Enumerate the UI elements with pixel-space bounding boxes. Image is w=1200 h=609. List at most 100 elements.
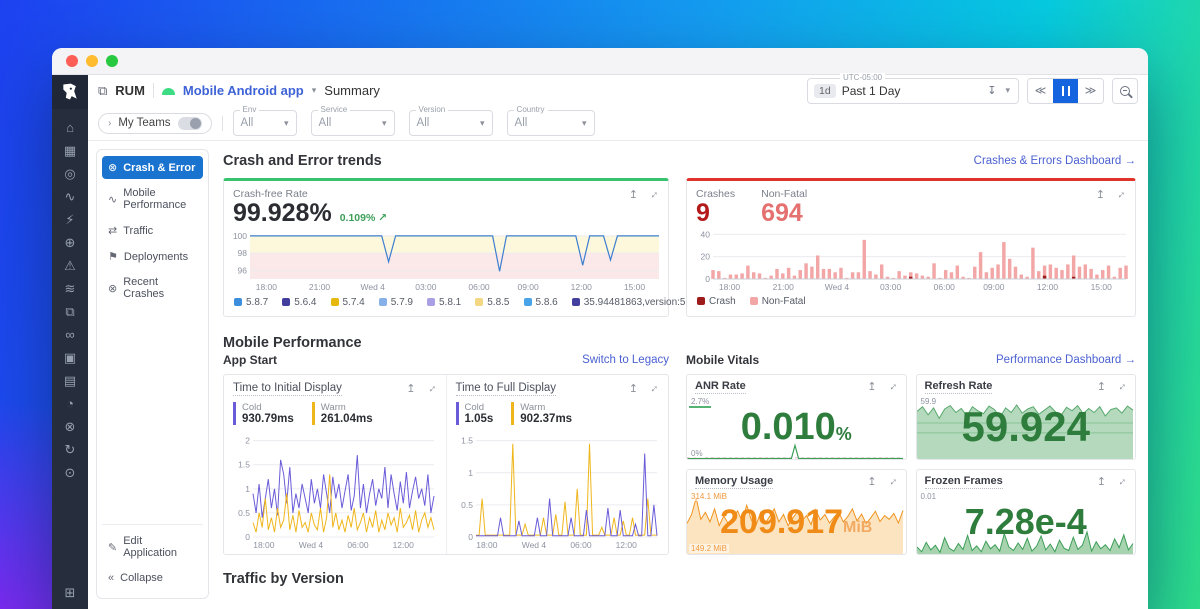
expand-icon[interactable]: ↔ <box>645 379 661 395</box>
zoom-out-button[interactable] <box>1112 78 1138 104</box>
integrations-icon[interactable]: ∞ <box>65 328 74 341</box>
frozen-frames-title[interactable]: Frozen Frames <box>925 475 1003 489</box>
security-icon[interactable]: ▣ <box>64 351 76 364</box>
main-content: Crash and Error trends Crashes & Errors … <box>214 141 1148 609</box>
crashes-chart[interactable]: 0204018:0021:00Wed 403:0006:0009:0012:00… <box>693 230 1129 292</box>
dashboards-icon[interactable]: ▦ <box>64 144 76 157</box>
chevron-down-icon[interactable]: ▾ <box>1005 85 1010 96</box>
anr-rate-panel: ANR Rate ↥↔ 2.7% 0% 0.010% <box>686 374 907 460</box>
svg-text:20: 20 <box>701 251 711 261</box>
export-icon[interactable]: ↥ <box>406 382 415 395</box>
svg-text:1.5: 1.5 <box>461 435 473 445</box>
watchdog-icon[interactable]: ◎ <box>64 167 75 180</box>
service-select[interactable]: Service All ▾ <box>311 110 395 136</box>
my-teams-toggle[interactable] <box>178 117 202 130</box>
expand-icon[interactable]: ↔ <box>1113 377 1129 393</box>
maximize-window-button[interactable] <box>106 55 118 67</box>
datadog-logo[interactable] <box>52 75 88 109</box>
export-icon[interactable]: ↥ <box>867 380 876 393</box>
export-icon[interactable]: ↥ <box>867 475 876 488</box>
filter-bar: › My Teams Env All ▾ Service <box>88 106 1148 141</box>
apm-icon[interactable]: ≋ <box>65 282 76 295</box>
edit-application-button[interactable]: ✎ Edit Application <box>102 530 203 564</box>
export-icon[interactable]: ↥ <box>629 382 638 395</box>
svg-text:1.5: 1.5 <box>238 459 250 469</box>
marketplace-icon[interactable]: ⊞ <box>65 585 76 601</box>
app-selector[interactable]: Mobile Android app <box>183 83 304 98</box>
my-teams-filter[interactable]: › My Teams <box>98 113 212 134</box>
sidebar-item-deployments[interactable]: ⚑ Deployments <box>102 245 203 268</box>
step-back-button[interactable]: ≪ <box>1028 79 1053 103</box>
synthetics-icon[interactable]: ◔ <box>66 397 74 410</box>
logs-icon[interactable]: ⊙ <box>65 466 76 479</box>
pause-button[interactable] <box>1053 79 1078 103</box>
svg-text:2: 2 <box>245 435 250 445</box>
crashes-errors-dashboard-link[interactable]: Crashes & Errors Dashboard → <box>974 155 1136 167</box>
export-icon[interactable]: ↥ <box>629 188 638 201</box>
svg-text:15:00: 15:00 <box>1091 282 1113 292</box>
divider <box>222 116 223 131</box>
svg-text:96: 96 <box>238 265 248 275</box>
window-titlebar <box>52 48 1148 75</box>
chevron-down-icon[interactable]: ▾ <box>312 85 317 96</box>
ttid-chart[interactable]: 00.511.5218:00Wed 406:0012:00 <box>233 429 437 555</box>
ttfd-title[interactable]: Time to Full Display <box>456 382 557 396</box>
events-icon[interactable]: ⚡ <box>65 213 74 226</box>
memory-usage-title[interactable]: Memory Usage <box>695 475 773 489</box>
toggle-knob <box>190 118 201 129</box>
time-range-picker[interactable]: UTC-05:00 1d Past 1 Day ↧ ▾ <box>807 78 1019 104</box>
crash-free-rate-chart[interactable]: 969810018:0021:00Wed 403:0006:0009:0012:… <box>230 230 662 292</box>
sidebar-item-recent-crashes[interactable]: ⊗ Recent Crashes <box>102 271 203 305</box>
infrastructure-icon[interactable]: ⌂ <box>66 121 74 134</box>
service-map-icon[interactable]: ⊕ <box>65 236 76 249</box>
crash-free-rate-delta: 0.109% ↗ <box>340 212 387 224</box>
ttfd-chart[interactable]: 00.511.518:00Wed 406:0012:00 <box>456 429 660 555</box>
expand-icon[interactable]: ↔ <box>645 186 661 202</box>
svg-text:03:00: 03:00 <box>880 282 902 292</box>
svg-text:06:00: 06:00 <box>570 540 592 550</box>
time-playback-controls: ≪ ≫ <box>1027 78 1104 104</box>
svg-text:09:00: 09:00 <box>983 282 1005 292</box>
notebooks-icon[interactable]: ▤ <box>64 374 76 387</box>
svg-text:0: 0 <box>705 274 710 284</box>
ci-icon[interactable]: ↻ <box>65 443 76 456</box>
sidebar-item-traffic[interactable]: ⇄ Traffic <box>102 219 203 242</box>
product-nav-icons: ⌂ ▦ ◎ ∿ ⚡ ⊕ ⚠ ≋ ⧉ ∞ ▣ ▤ ◔ ⊗ ↻ ⊙ <box>64 121 76 585</box>
desktop-background: ⌂ ▦ ◎ ∿ ⚡ ⊕ ⚠ ≋ ⧉ ∞ ▣ ▤ ◔ ⊗ ↻ ⊙ ⊞ ⧉ RUM Mobile Android … <box>0 0 1200 609</box>
performance-dashboard-link[interactable]: Performance Dashboard → <box>996 354 1136 366</box>
crash-free-rate-panel: Crash-free Rate 99.928%0.109% ↗ ↥ ↔ 9698… <box>223 178 669 317</box>
anr-rate-title[interactable]: ANR Rate <box>695 380 746 394</box>
version-select[interactable]: Version All ▾ <box>409 110 493 136</box>
collapse-button[interactable]: « Collapse <box>102 567 203 589</box>
expand-icon[interactable]: ↔ <box>1112 186 1128 202</box>
close-window-button[interactable] <box>66 55 78 67</box>
page-title: Summary <box>324 83 380 98</box>
rum-icon[interactable]: ⧉ <box>65 305 74 318</box>
sidebar-item-crash-error[interactable]: ⊗ Crash & Error <box>102 156 203 179</box>
step-forward-button[interactable]: ≫ <box>1078 79 1103 103</box>
error-tracking-icon[interactable]: ⊗ <box>65 420 76 433</box>
minimize-window-button[interactable] <box>86 55 98 67</box>
expand-icon[interactable]: ↔ <box>1113 472 1129 488</box>
sidebar-item-mobile-performance[interactable]: ∿ Mobile Performance <box>102 182 203 216</box>
refresh-rate-title[interactable]: Refresh Rate <box>925 380 993 394</box>
breadcrumb-bar: ⧉ RUM Mobile Android app ▾ Summary UTC-0… <box>88 75 1148 106</box>
monitors-icon[interactable]: ⚠ <box>64 259 76 272</box>
export-icon[interactable]: ↥ <box>1097 380 1106 393</box>
export-icon[interactable]: ↥ <box>1096 188 1105 201</box>
ttid-cold-stat: Cold 930.79ms <box>233 402 294 425</box>
switch-to-legacy-link[interactable]: Switch to Legacy <box>582 354 669 366</box>
env-select[interactable]: Env All ▾ <box>233 110 297 136</box>
pin-icon[interactable]: ↧ <box>987 84 996 97</box>
ttid-title[interactable]: Time to Initial Display <box>233 382 342 396</box>
expand-icon[interactable]: ↔ <box>884 377 900 393</box>
svg-text:1: 1 <box>468 467 473 477</box>
svg-text:06:00: 06:00 <box>347 540 369 550</box>
expand-icon[interactable]: ↔ <box>884 472 900 488</box>
svg-text:15:00: 15:00 <box>624 282 646 292</box>
expand-icon[interactable]: ↔ <box>423 379 439 395</box>
metrics-icon[interactable]: ∿ <box>65 190 76 203</box>
country-select[interactable]: Country All ▾ <box>507 110 595 136</box>
mobile-vitals-heading: Mobile Vitals <box>686 353 759 367</box>
export-icon[interactable]: ↥ <box>1097 475 1106 488</box>
